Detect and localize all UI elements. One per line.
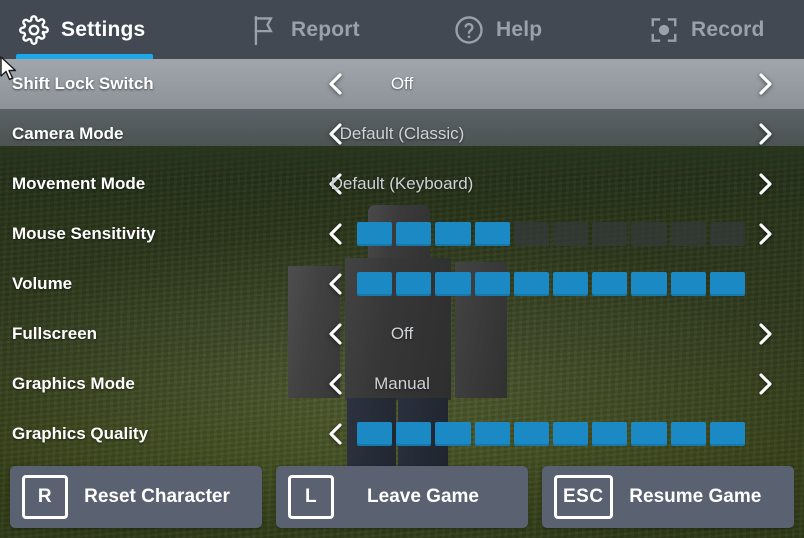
setting-row-camera-mode[interactable]: Camera Mode Default (Classic)	[0, 109, 804, 159]
setting-label: Camera Mode	[12, 124, 124, 143]
gear-icon	[18, 14, 50, 46]
slider-segment[interactable]	[670, 222, 706, 246]
setting-label: Fullscreen	[12, 324, 98, 343]
slider-segment[interactable]	[396, 272, 432, 296]
reset-character-button[interactable]: R Reset Character	[10, 466, 262, 528]
menu-tab-bar: Settings Report Help Record	[0, 0, 804, 59]
slider-segment[interactable]	[670, 422, 706, 446]
chevron-right-icon[interactable]	[752, 117, 778, 151]
chevron-left-icon[interactable]	[323, 167, 349, 201]
slider-mouse-sensitivity[interactable]	[357, 222, 746, 246]
setting-row-volume[interactable]: Volume	[0, 259, 804, 309]
keycap-r: R	[22, 475, 68, 519]
slider-segment[interactable]	[435, 272, 471, 296]
slider-segment[interactable]	[357, 222, 393, 246]
tab-settings[interactable]: Settings	[0, 0, 163, 59]
question-circle-icon	[453, 14, 485, 46]
slider-segment[interactable]	[474, 422, 510, 446]
tab-record[interactable]: Record	[630, 0, 783, 59]
slider-segment[interactable]	[553, 222, 589, 246]
slider-segment[interactable]	[709, 222, 746, 246]
slider-segment[interactable]	[474, 222, 510, 246]
setting-label: Volume	[12, 274, 73, 293]
setting-label: Mouse Sensitivity	[12, 224, 156, 243]
record-icon	[648, 14, 680, 46]
chevron-right-icon[interactable]	[752, 367, 778, 401]
setting-row-graphics-mode[interactable]: Graphics Mode Manual	[0, 359, 804, 409]
value-fullscreen: Off	[390, 324, 414, 343]
slider-segment[interactable]	[513, 272, 550, 296]
tab-label: Record	[691, 17, 765, 41]
tab-help[interactable]: Help	[435, 0, 560, 59]
active-tab-indicator	[16, 54, 154, 59]
chevron-right-icon[interactable]	[752, 317, 778, 351]
tab-label: Help	[496, 17, 543, 41]
flag-icon	[248, 14, 280, 46]
chevron-left-icon[interactable]	[323, 217, 349, 251]
slider-segment[interactable]	[709, 422, 746, 446]
slider-segment[interactable]	[396, 222, 432, 246]
chevron-left-icon[interactable]	[323, 317, 349, 351]
chevron-left-icon[interactable]	[323, 267, 349, 301]
settings-menu-overlay: Settings Report Help Record Shift Lock S…	[0, 0, 804, 538]
slider-segment[interactable]	[474, 272, 510, 296]
slider-segment[interactable]	[592, 422, 628, 446]
slider-segment[interactable]	[631, 422, 667, 446]
keycap-esc: ESC	[554, 475, 613, 519]
setting-label: Shift Lock Switch	[12, 74, 154, 93]
slider-volume[interactable]	[357, 272, 746, 296]
slider-segment[interactable]	[435, 222, 471, 246]
chevron-right-icon[interactable]	[752, 167, 778, 201]
slider-segment[interactable]	[670, 272, 706, 296]
slider-segment[interactable]	[592, 222, 628, 246]
chevron-left-icon[interactable]	[323, 367, 349, 401]
slider-segment[interactable]	[631, 222, 667, 246]
tab-report[interactable]: Report	[230, 0, 378, 59]
chevron-right-icon[interactable]	[752, 217, 778, 251]
setting-label: Movement Mode	[12, 174, 146, 193]
slider-segment[interactable]	[553, 272, 589, 296]
chevron-left-icon[interactable]	[323, 117, 349, 151]
leave-game-button[interactable]: L Leave Game	[276, 466, 528, 528]
setting-row-fullscreen[interactable]: Fullscreen Off	[0, 309, 804, 359]
slider-segment[interactable]	[357, 422, 393, 446]
slider-segment[interactable]	[553, 422, 589, 446]
tab-label: Report	[291, 17, 360, 41]
slider-segment[interactable]	[396, 422, 432, 446]
slider-segment[interactable]	[357, 272, 393, 296]
button-label: Leave Game	[367, 486, 479, 507]
settings-list: Shift Lock Switch Off Camera Mode Defaul…	[0, 59, 804, 459]
slider-segment[interactable]	[592, 272, 628, 296]
setting-label: Graphics Mode	[12, 374, 135, 393]
action-button-bar: R Reset Character L Leave Game ESC Resum…	[0, 456, 804, 538]
setting-row-shift-lock-switch[interactable]: Shift Lock Switch Off	[0, 59, 804, 109]
slider-segment[interactable]	[709, 272, 746, 296]
slider-segment[interactable]	[513, 222, 550, 246]
tab-label: Settings	[61, 17, 146, 41]
setting-row-graphics-quality[interactable]: Graphics Quality	[0, 409, 804, 459]
button-label: Resume Game	[629, 486, 762, 507]
chevron-left-icon[interactable]	[323, 67, 349, 101]
setting-label: Graphics Quality	[12, 424, 149, 443]
slider-segment[interactable]	[435, 422, 471, 446]
setting-row-mouse-sensitivity[interactable]: Mouse Sensitivity	[0, 209, 804, 259]
keycap-l: L	[288, 475, 334, 519]
chevron-right-icon[interactable]	[752, 67, 778, 101]
slider-segment[interactable]	[513, 422, 550, 446]
button-label: Reset Character	[84, 486, 230, 507]
resume-game-button[interactable]: ESC Resume Game	[542, 466, 794, 528]
setting-row-movement-mode[interactable]: Movement Mode Default (Keyboard)	[0, 159, 804, 209]
slider-graphics-quality[interactable]	[357, 422, 746, 446]
chevron-left-icon[interactable]	[323, 417, 349, 451]
slider-segment[interactable]	[631, 272, 667, 296]
